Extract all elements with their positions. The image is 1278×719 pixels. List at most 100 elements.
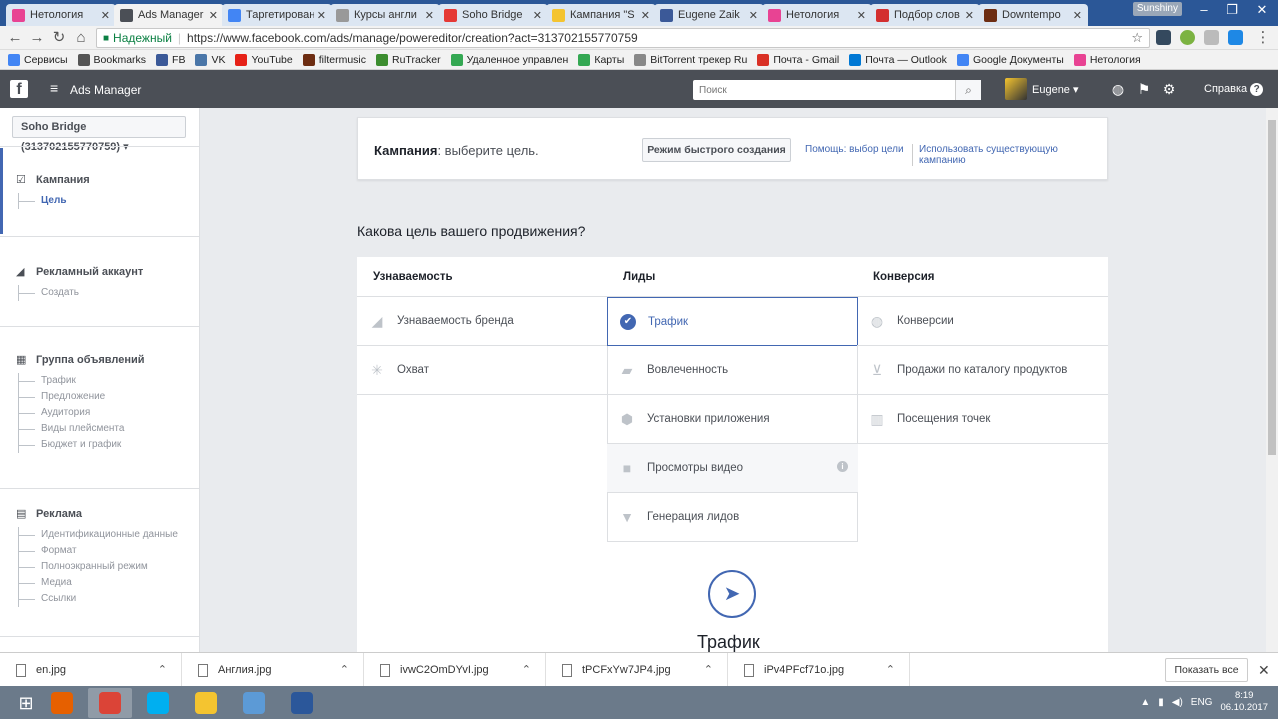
bookmark-item[interactable]: RuTracker: [376, 53, 441, 66]
sidebar-subitem[interactable]: Виды плейсмента: [19, 421, 199, 437]
download-item[interactable]: en.jpg ⌃: [0, 653, 182, 687]
bookmark-item[interactable]: FB: [156, 53, 185, 66]
browser-tab[interactable]: Downtempo ✕: [978, 4, 1088, 26]
address-bar[interactable]: ■ Надежный | https://www.facebook.com/ad…: [96, 28, 1150, 48]
chevron-up-icon[interactable]: ⌃: [340, 663, 349, 676]
browser-tab[interactable]: Нетология ✕: [762, 4, 872, 26]
use-existing-campaign-link[interactable]: Использовать существующую кампанию: [912, 144, 1107, 166]
browser-tab[interactable]: Курсы англи ✕: [330, 4, 440, 26]
chevron-up-icon[interactable]: ⌃: [704, 663, 713, 676]
close-icon[interactable]: ✕: [1258, 662, 1270, 679]
minimize-button[interactable]: –: [1190, 0, 1218, 22]
info-icon[interactable]: i: [837, 461, 848, 472]
sidebar-subitem[interactable]: Полноэкранный режим: [19, 559, 199, 575]
taskbar-app-word[interactable]: [280, 688, 324, 718]
quick-create-button[interactable]: Режим быстрого создания: [642, 138, 791, 162]
clock[interactable]: 8:19 06.10.2017: [1220, 690, 1268, 714]
scrollbar-thumb[interactable]: [1268, 120, 1276, 455]
account-select[interactable]: Soho Bridge (313702155770759) ▾: [12, 116, 186, 153]
bookmark-item[interactable]: Почта - Gmail: [757, 53, 839, 66]
sidebar-subitem[interactable]: Цель: [19, 193, 199, 209]
sidebar-subitem[interactable]: Медиа: [19, 575, 199, 591]
chevron-up-icon[interactable]: ⌃: [886, 663, 895, 676]
sidebar-section-title[interactable]: ◢ Рекламный аккаунт: [0, 264, 199, 280]
volume-icon[interactable]: ◀): [1172, 697, 1183, 708]
bookmark-item[interactable]: Нетология: [1073, 53, 1141, 66]
browser-tab[interactable]: Кампания "S ✕: [546, 4, 656, 26]
sidebar-subitem[interactable]: Идентификационные данные: [19, 527, 199, 543]
gear-icon[interactable]: ⚙: [1161, 81, 1177, 97]
avatar[interactable]: [1005, 78, 1027, 100]
help-link[interactable]: Справка ?: [1204, 83, 1264, 96]
sidebar-section-title[interactable]: ▦ Группа объявлений: [0, 352, 199, 368]
sidebar-section-title[interactable]: ▤ Реклама: [0, 506, 199, 522]
objective-option[interactable]: ⬢ Установки приложения: [607, 395, 858, 444]
tab-close-icon[interactable]: ✕: [857, 9, 866, 22]
bookmark-item[interactable]: Карты: [578, 53, 624, 66]
home-icon[interactable]: ⌂: [72, 29, 90, 47]
profile-badge[interactable]: Sunshiny: [1132, 2, 1182, 16]
back-icon[interactable]: ←: [6, 29, 24, 47]
browser-tab[interactable]: Soho Bridge ✕: [438, 4, 548, 26]
download-item[interactable]: ivwC2OmDYvI.jpg ⌃: [364, 653, 546, 687]
objective-option[interactable]: ▥ Посещения точек: [857, 395, 1108, 444]
browser-tab[interactable]: Таргетирован ✕: [222, 4, 332, 26]
download-item[interactable]: Англия.jpg ⌃: [182, 653, 364, 687]
url-text[interactable]: https://www.facebook.com/ads/manage/powe…: [187, 31, 638, 45]
star-icon[interactable]: ☆: [1131, 30, 1143, 46]
objective-option[interactable]: ✳ Охват: [357, 346, 607, 395]
bookmark-item[interactable]: Удаленное управлен: [450, 53, 568, 66]
browser-tab[interactable]: Нетология ✕: [6, 4, 116, 26]
sidebar-subitem[interactable]: Формат: [19, 543, 199, 559]
objective-option[interactable]: ◍ Конверсии: [857, 297, 1108, 346]
extension-icon[interactable]: [1156, 30, 1171, 45]
extension-icon[interactable]: [1204, 30, 1219, 45]
chevron-up-icon[interactable]: ⌃: [522, 663, 531, 676]
sidebar-subitem[interactable]: Бюджет и график: [19, 437, 199, 453]
download-item[interactable]: tPCFxYw7JP4.jpg ⌃: [546, 653, 728, 687]
globe-icon[interactable]: ◍: [1110, 81, 1126, 97]
tray-arrow-icon[interactable]: ▲: [1140, 697, 1150, 708]
sidebar-subitem[interactable]: Аудитория: [19, 405, 199, 421]
bookmark-item[interactable]: Почта — Outlook: [849, 53, 947, 66]
app-title[interactable]: Ads Manager: [70, 83, 141, 97]
sidebar-subitem[interactable]: Ссылки: [19, 591, 199, 607]
tab-close-icon[interactable]: ✕: [425, 9, 434, 22]
taskbar-app-firefox[interactable]: [40, 688, 84, 718]
objective-option[interactable]: ▼ Генерация лидов: [607, 493, 858, 542]
show-all-downloads-button[interactable]: Показать все: [1165, 658, 1248, 682]
tab-close-icon[interactable]: ✕: [749, 9, 758, 22]
bookmark-item[interactable]: VK: [195, 53, 225, 66]
bookmark-item[interactable]: BitTorrent трекер Ru: [634, 53, 747, 66]
download-item[interactable]: iPv4PFcf71o.jpg ⌃: [728, 653, 910, 687]
menu-icon[interactable]: ⋮: [1254, 29, 1272, 47]
objective-option[interactable]: ✔ Трафик: [607, 297, 858, 346]
taskbar-app-chrome[interactable]: [88, 688, 132, 718]
help-goal-link[interactable]: Помощь: выбор цели: [805, 144, 904, 155]
extension-icon[interactable]: [1180, 30, 1195, 45]
objective-option[interactable]: ◢ Узнаваемость бренда: [357, 297, 607, 346]
bookmark-item[interactable]: Bookmarks: [77, 53, 146, 66]
bookmark-item[interactable]: Сервисы: [8, 53, 68, 66]
browser-tab[interactable]: Eugene Zaik ✕: [654, 4, 764, 26]
tab-close-icon[interactable]: ✕: [533, 9, 542, 22]
forward-icon[interactable]: →: [28, 29, 46, 47]
objective-option[interactable]: ⊻ Продажи по каталогу продуктов: [857, 346, 1108, 395]
tab-close-icon[interactable]: ✕: [317, 9, 326, 22]
tab-close-icon[interactable]: ✕: [101, 9, 110, 22]
search-icon[interactable]: ⌕: [955, 80, 981, 100]
restore-button[interactable]: ❐: [1218, 0, 1246, 22]
tab-close-icon[interactable]: ✕: [965, 9, 974, 22]
close-window-button[interactable]: ✕: [1248, 0, 1276, 22]
bookmark-item[interactable]: Google Документы: [956, 53, 1064, 66]
browser-tab[interactable]: Подбор слов ✕: [870, 4, 980, 26]
tab-close-icon[interactable]: ✕: [209, 9, 218, 22]
sidebar-subitem[interactable]: Создать: [19, 285, 199, 301]
tab-close-icon[interactable]: ✕: [1073, 9, 1082, 22]
hamburger-icon[interactable]: ≡: [50, 81, 64, 95]
taskbar-app-skype[interactable]: [136, 688, 180, 718]
chevron-up-icon[interactable]: ⌃: [158, 663, 167, 676]
extension-icon[interactable]: [1228, 30, 1243, 45]
flag-icon[interactable]: ⚑: [1136, 81, 1152, 97]
sidebar-section-title[interactable]: ☑ Кампания: [0, 172, 199, 188]
